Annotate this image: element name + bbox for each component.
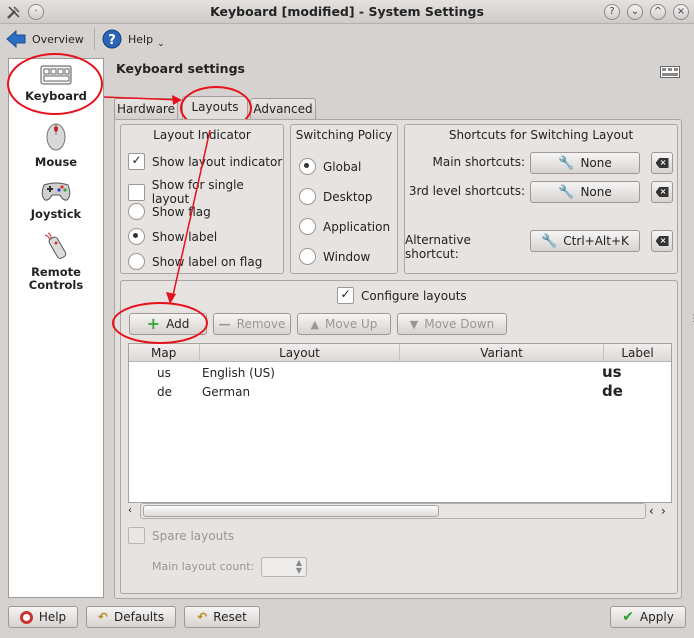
reset-icon: ↶ — [197, 610, 208, 624]
defaults-button[interactable]: ↶ Defaults — [86, 606, 176, 628]
help-button-label: Help — [38, 610, 67, 624]
resize-handle-icon[interactable]: ⋮ — [689, 314, 694, 324]
check-icon: ✔ — [622, 609, 634, 625]
undo-icon: ↶ — [97, 610, 108, 624]
help-lifebuoy-icon — [19, 610, 33, 624]
apply-button-label: Apply — [639, 610, 674, 624]
defaults-button-label: Defaults — [113, 610, 165, 624]
reset-button[interactable]: ↶ Reset — [184, 606, 260, 628]
annotation-arrows — [103, 95, 211, 304]
reset-button-label: Reset — [213, 610, 247, 624]
apply-button[interactable]: ✔ Apply — [610, 606, 686, 628]
help-button[interactable]: Help — [8, 606, 78, 628]
